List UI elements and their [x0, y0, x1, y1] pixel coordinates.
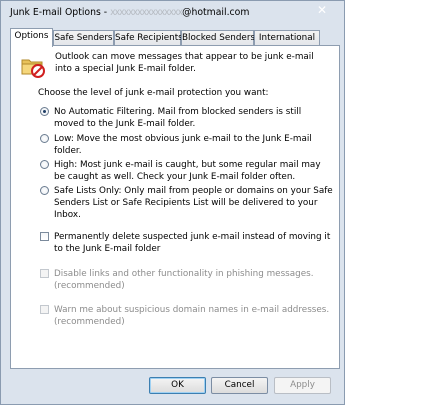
radio-no-automatic-filtering[interactable]: No Automatic Filtering. Mail from blocke…	[40, 106, 340, 130]
tab-label: Safe Senders	[54, 33, 113, 43]
radio-label: No Automatic Filtering. Mail from blocke…	[54, 107, 302, 129]
ok-button[interactable]: OK	[149, 377, 206, 394]
apply-button: Apply	[274, 377, 331, 394]
junk-folder-icon	[21, 59, 45, 78]
checkbox-warn-domains: Warn me about suspicious domain names in…	[40, 304, 340, 328]
radio-button[interactable]	[40, 160, 49, 169]
radio-label: Safe Lists Only: Only mail from people o…	[54, 186, 333, 220]
checkbox-label: Permanently delete suspected junk e-mail…	[54, 232, 331, 254]
tab-international[interactable]: International	[254, 30, 320, 45]
close-icon: ✕	[316, 3, 328, 17]
radio-label: Low: Move the most obvious junk e-mail t…	[54, 134, 312, 156]
tab-label: International	[258, 33, 316, 43]
close-button[interactable]: ✕	[305, 1, 339, 19]
junk-email-options-dialog: Junk E-mail Options - xxxxxxxxxxxxxxxx@h…	[0, 0, 345, 405]
tab-options[interactable]: Options	[10, 28, 53, 47]
checkbox-permanently-delete[interactable]: Permanently delete suspected junk e-mail…	[40, 231, 340, 255]
radio-label: High: Most junk e-mail is caught, but so…	[54, 160, 321, 182]
options-tab-panel: Outlook can move messages that appear to…	[10, 45, 340, 369]
cancel-button[interactable]: Cancel	[211, 377, 268, 394]
protection-level-heading: Choose the level of junk e-mail protecti…	[38, 88, 269, 98]
title-bar[interactable]: Junk E-mail Options - xxxxxxxxxxxxxxxx@h…	[1, 1, 344, 26]
window-title: Junk E-mail Options - xxxxxxxxxxxxxxxx@h…	[10, 7, 249, 18]
tab-label: Safe Recipients	[115, 33, 183, 43]
tab-label: Options	[14, 31, 49, 41]
checkbox[interactable]	[40, 232, 49, 241]
tab-strip: Options Safe Senders Safe Recipients Blo…	[10, 28, 340, 47]
tab-blocked-senders[interactable]: Blocked Senders	[181, 30, 256, 45]
email-domain: @hotmail.com	[182, 7, 250, 18]
radio-button[interactable]	[40, 186, 49, 195]
checkbox-label: Warn me about suspicious domain names in…	[54, 305, 330, 327]
checkbox-disabled	[40, 269, 49, 278]
tab-label: Blocked Senders	[182, 33, 256, 43]
window-title-text: Junk E-mail Options -	[10, 7, 111, 18]
tab-safe-senders[interactable]: Safe Senders	[53, 30, 114, 45]
radio-safe-lists-only[interactable]: Safe Lists Only: Only mail from people o…	[40, 185, 340, 221]
redacted-email-name: xxxxxxxxxxxxxxxx	[110, 7, 183, 18]
tab-safe-recipients[interactable]: Safe Recipients	[114, 30, 183, 45]
intro-text: Outlook can move messages that appear to…	[55, 52, 314, 74]
checkbox-disable-links: Disable links and other functionality in…	[40, 268, 340, 292]
radio-high[interactable]: High: Most junk e-mail is caught, but so…	[40, 159, 340, 183]
radio-button[interactable]	[40, 134, 49, 143]
checkbox-disabled	[40, 305, 49, 314]
radio-low[interactable]: Low: Move the most obvious junk e-mail t…	[40, 133, 340, 157]
checkbox-label: Disable links and other functionality in…	[54, 269, 314, 291]
radio-button-selected[interactable]	[40, 107, 49, 116]
